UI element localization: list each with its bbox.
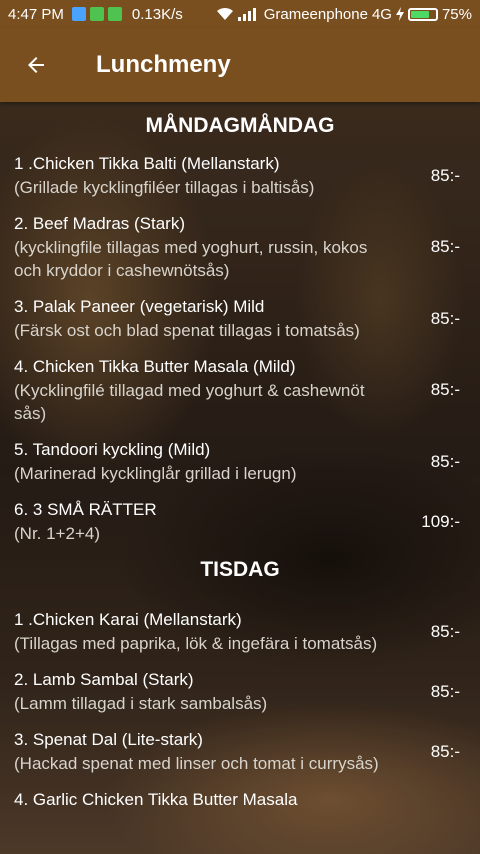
menu-item-price: 85:- [430, 621, 460, 641]
notification-icon [107, 7, 122, 21]
network-speed: 0.13K/s [131, 5, 183, 23]
day-heading: TISDAG [200, 558, 280, 581]
network-type: 4G [371, 5, 392, 23]
menu-item-price: 109:- [421, 511, 460, 531]
charging-icon [395, 7, 404, 21]
menu-item-description: (Hackad spenat med linser och tomat i cu… [14, 754, 379, 773]
page-title: Lunchmeny [96, 51, 231, 78]
wifi-icon [216, 7, 233, 20]
status-time: 4:47 PM [8, 5, 64, 23]
menu-item-description: (kycklingfile tillagas med yoghurt, russ… [14, 238, 368, 280]
menu-item-name: 2. Beef Madras (Stark) [14, 214, 186, 233]
menu-list[interactable]: MÅNDAGMÅNDAG 1 .Chicken Tikka Balti (Mel… [0, 102, 480, 854]
battery-icon [407, 7, 438, 21]
menu-item: 5. Tandoori kyckling (Mild) (Marinerad k… [14, 438, 466, 485]
notification-icon [89, 7, 104, 21]
menu-item-name: 1 .Chicken Karai (Mellanstark) [14, 610, 242, 629]
day-heading: MÅNDAGMÅNDAG [145, 114, 335, 137]
menu-item: 6. 3 SMÅ RÄTTER (Nr. 1+2+4) 109:- [14, 498, 466, 545]
menu-item-description: (Nr. 1+2+4) [14, 524, 100, 543]
arrow-left-icon [28, 57, 44, 73]
menu-item: 2. Beef Madras (Stark) (kycklingfile til… [14, 212, 466, 282]
menu-item: 1 .Chicken Karai (Mellanstark) (Tillagas… [14, 608, 466, 655]
menu-item-name: 4. Garlic Chicken Tikka Butter Masala [14, 790, 298, 809]
menu-item-description: (Färsk ost och blad spenat tillagas i to… [14, 321, 360, 340]
back-button[interactable] [0, 28, 72, 102]
menu-item-description: (Kycklingfilé tillagad med yoghurt & cas… [14, 381, 365, 423]
vpn-icon [71, 7, 86, 21]
menu-item: 4. Garlic Chicken Tikka Butter Masala [14, 788, 466, 812]
status-bar: 4:47 PM 0.13K/s Grameenphone 4G 75% [0, 0, 480, 28]
menu-item-price: 85:- [430, 308, 460, 328]
menu-item-price: 85:- [430, 451, 460, 471]
menu-item: 3. Spenat Dal (Lite-stark) (Hackad spena… [14, 728, 466, 775]
menu-item-name: 2. Lamb Sambal (Stark) [14, 670, 194, 689]
menu-item-price: 85:- [430, 237, 460, 256]
signal-icon [237, 8, 256, 21]
menu-item-name: 3. Palak Paneer (vegetarisk) Mild [14, 297, 265, 316]
menu-item-name: 4. Chicken Tikka Butter Masala (Mild) [14, 357, 296, 376]
menu-item: 3. Palak Paneer (vegetarisk) Mild (Färsk… [14, 295, 466, 342]
menu-item-price: 85:- [430, 380, 460, 399]
menu-item-description: (Tillagas med paprika, lök & ingefära i … [14, 634, 378, 653]
app-bar: Lunchmeny [0, 28, 480, 102]
menu-item: 2. Lamb Sambal (Stark) (Lamm tillagad i … [14, 668, 466, 715]
menu-item: 4. Chicken Tikka Butter Masala (Mild) (K… [14, 355, 466, 425]
menu-item-price: 85:- [430, 741, 460, 761]
battery-percent: 75% [441, 5, 472, 23]
menu-item-name: 5. Tandoori kyckling (Mild) [14, 440, 211, 459]
menu-item-price: 85:- [430, 165, 460, 185]
menu-item-name: 3. Spenat Dal (Lite-stark) [14, 730, 203, 749]
menu-item-name: 6. 3 SMÅ RÄTTER [14, 500, 157, 519]
menu-item-name: 1 .Chicken Tikka Balti (Mellanstark) [14, 154, 280, 173]
carrier-name: Grameenphone [263, 5, 368, 23]
menu-item: 1 .Chicken Tikka Balti (Mellanstark) (Gr… [14, 152, 466, 199]
menu-item-description: (Grillade kycklingfiléer tillagas i balt… [14, 178, 315, 197]
menu-item-description: (Marinerad kycklinglår grillad i lerugn) [14, 464, 297, 483]
menu-item-price: 85:- [430, 681, 460, 701]
menu-item-description: (Lamm tillagad i stark sambalsås) [14, 694, 268, 713]
